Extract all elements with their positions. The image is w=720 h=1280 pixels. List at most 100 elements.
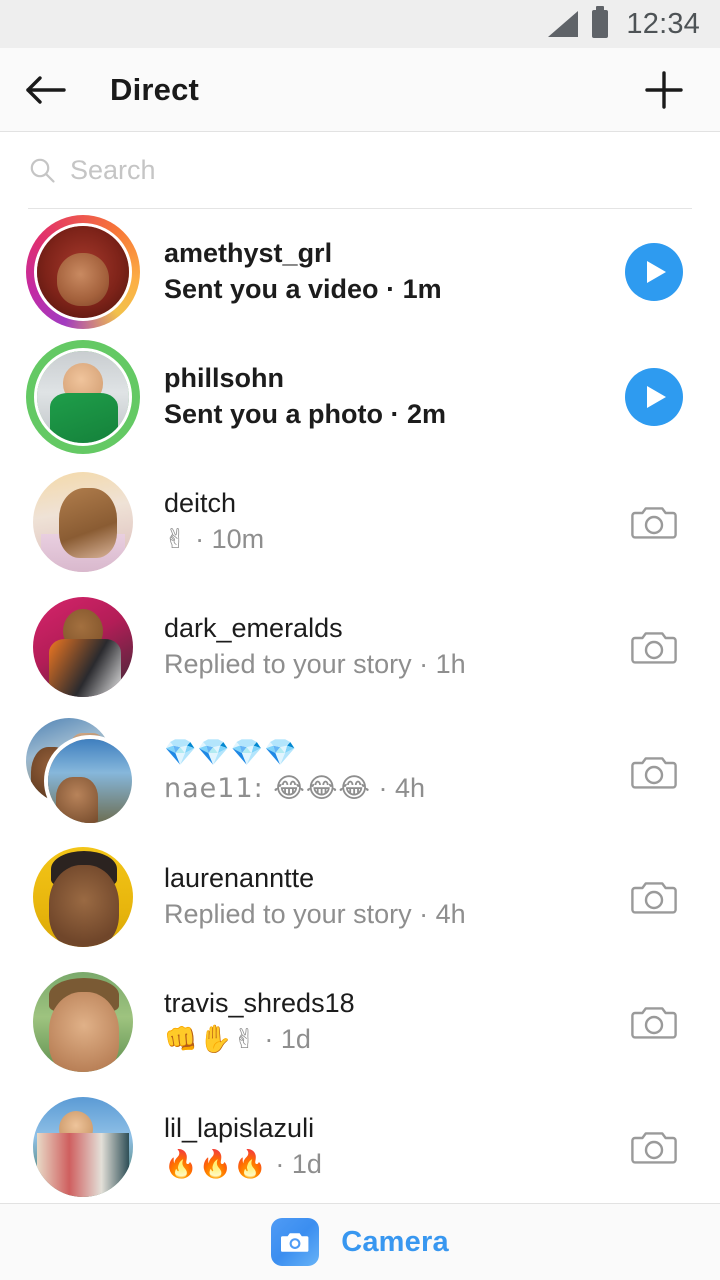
thread-separator: · <box>187 524 212 554</box>
status-bar: 12:34 <box>0 0 720 48</box>
signal-icon <box>548 11 579 37</box>
camera-button[interactable] <box>616 752 692 792</box>
avatar-image <box>33 846 133 947</box>
thread-row[interactable]: lil_lapislazuli 🔥🔥🔥 · 1d <box>0 1084 720 1203</box>
camera-button[interactable] <box>616 627 692 667</box>
thread-row[interactable]: amethyst_grl Sent you a video · 1m <box>0 209 720 334</box>
thread-preview-text: Sent you a video <box>164 274 379 304</box>
avatar[interactable] <box>26 214 140 329</box>
thread-row[interactable]: dark_emeralds Replied to your story · 1h <box>0 584 720 709</box>
thread-username: travis_shreds18 <box>164 987 355 1018</box>
avatar-image <box>33 971 133 1072</box>
camera-icon <box>631 631 677 664</box>
camera-icon <box>631 1131 677 1164</box>
plus-icon <box>645 70 683 109</box>
play-button[interactable] <box>616 367 692 426</box>
avatar-image <box>33 596 133 697</box>
thread-username: dark_emeralds <box>164 612 343 643</box>
story-ring-gradient <box>26 214 140 329</box>
camera-icon <box>631 881 677 914</box>
thread-timestamp: 10m <box>211 524 265 554</box>
thread-timestamp: 4h <box>394 773 425 804</box>
camera-button[interactable] <box>616 1127 692 1167</box>
thread-row[interactable]: 💎💎💎💎 nae11: 😂😂😂 · 4h <box>0 709 720 834</box>
thread-preview: Sent you a photo · 2m <box>164 399 616 430</box>
search-bar[interactable]: Search <box>0 132 720 208</box>
play-button[interactable] <box>616 242 692 301</box>
back-button[interactable] <box>10 72 82 108</box>
avatar-image <box>33 471 133 572</box>
thread-timestamp: 1h <box>435 649 466 679</box>
direct-messages-screen: 12:34 Direct Search amethyst_grl Sent yo… <box>0 0 720 1280</box>
thread-username: laurenanntte <box>164 862 315 893</box>
search-icon <box>30 158 55 183</box>
thread-timestamp: 1d <box>291 1149 322 1179</box>
avatar[interactable] <box>26 840 140 954</box>
thread-row[interactable]: travis_shreds18 👊✋✌ · 1d <box>0 959 720 1084</box>
thread-preview-text: 👊✋✌ <box>164 1024 257 1055</box>
avatar-image <box>34 222 132 321</box>
camera-button[interactable] <box>616 502 692 542</box>
thread-preview-text: nae11: 😂😂😂 <box>164 773 371 805</box>
thread-username: lil_lapislazuli <box>164 1112 315 1143</box>
battery-icon <box>592 6 609 38</box>
play-icon <box>625 367 683 426</box>
thread-timestamp: 1d <box>280 1024 311 1054</box>
thread-preview: nae11: 😂😂😂 · 4h <box>164 773 616 804</box>
thread-username: amethyst_grl <box>164 237 333 268</box>
thread-separator: · <box>378 274 403 304</box>
thread-separator: · <box>383 399 407 429</box>
thread-separator: · <box>267 1149 292 1179</box>
avatar[interactable] <box>26 339 140 454</box>
thread-preview-text: Replied to your story <box>164 899 412 929</box>
group-avatar <box>26 715 140 829</box>
thread-row[interactable]: phillsohn Sent you a photo · 2m <box>0 334 720 459</box>
thread-text: laurenanntte Replied to your story · 4h <box>164 863 616 930</box>
thread-username: 💎💎💎💎 <box>164 738 298 768</box>
thread-timestamp: 2m <box>407 399 447 429</box>
camera-icon <box>631 756 677 789</box>
avatar-image <box>34 347 132 446</box>
story-ring-green <box>26 339 140 454</box>
avatar[interactable] <box>26 1090 140 1204</box>
new-message-button[interactable] <box>642 68 686 112</box>
camera-glyph-icon <box>281 1233 309 1252</box>
avatar[interactable] <box>26 965 140 1079</box>
avatar[interactable] <box>26 590 140 704</box>
avatar[interactable] <box>26 465 140 579</box>
thread-list[interactable]: amethyst_grl Sent you a video · 1m phillso… <box>0 209 720 1203</box>
thread-text: phillsohn Sent you a photo · 2m <box>164 363 616 430</box>
camera-label: Camera <box>341 1225 449 1258</box>
thread-row[interactable]: laurenanntte Replied to your story · 4h <box>0 834 720 959</box>
search-input[interactable]: Search <box>70 155 156 186</box>
thread-preview-text: ✌ <box>164 524 188 555</box>
camera-button[interactable] <box>616 877 692 917</box>
thread-separator: · <box>370 773 395 804</box>
camera-icon <box>271 1218 320 1266</box>
thread-text: dark_emeralds Replied to your story · 1h <box>164 613 616 680</box>
thread-text: deitch ✌ · 10m <box>164 488 616 555</box>
thread-timestamp: 1m <box>402 274 442 304</box>
thread-preview: Replied to your story · 1h <box>164 649 616 680</box>
camera-bar[interactable]: Camera <box>0 1203 720 1280</box>
thread-separator: · <box>411 899 436 929</box>
app-header: Direct <box>0 48 720 132</box>
status-icons: 12:34 <box>548 6 700 41</box>
thread-separator: · <box>411 649 436 679</box>
camera-icon <box>631 1006 677 1039</box>
thread-preview-text: Replied to your story <box>164 649 412 679</box>
thread-text: amethyst_grl Sent you a video · 1m <box>164 238 616 305</box>
group-avatar-front <box>44 734 136 827</box>
page-title: Direct <box>110 71 200 107</box>
thread-preview: Sent you a video · 1m <box>164 274 616 305</box>
thread-preview-text: Sent you a photo <box>164 399 383 429</box>
thread-separator: · <box>256 1024 281 1054</box>
camera-button[interactable] <box>616 1002 692 1042</box>
avatar-image <box>33 1096 133 1197</box>
thread-preview: ✌ · 10m <box>164 524 616 555</box>
thread-preview: Replied to your story · 4h <box>164 899 616 930</box>
avatar[interactable] <box>26 715 140 829</box>
thread-row[interactable]: deitch ✌ · 10m <box>0 459 720 584</box>
thread-text: lil_lapislazuli 🔥🔥🔥 · 1d <box>164 1113 616 1180</box>
thread-username: deitch <box>164 487 237 518</box>
